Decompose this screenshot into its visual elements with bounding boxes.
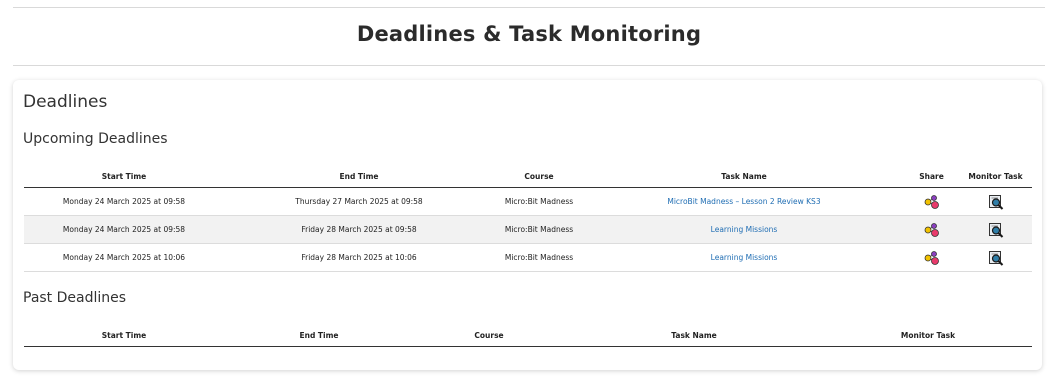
col-course: Course [494, 165, 584, 188]
deadlines-card: Deadlines Upcoming Deadlines Start Time … [13, 80, 1042, 370]
course-cell: Micro:Bit Madness [494, 215, 584, 244]
card-title: Deadlines [23, 92, 108, 112]
course-cell: Micro:Bit Madness [494, 243, 584, 272]
past-deadlines-table: Start Time End Time Course Task Name Mon… [24, 324, 1032, 347]
col-start-time: Start Time [24, 324, 224, 347]
start-time-cell: Monday 24 March 2025 at 09:58 [24, 187, 224, 216]
table-header-row: Start Time End Time Course Task Name Mon… [24, 324, 1032, 347]
share-icon[interactable] [924, 194, 940, 210]
share-icon[interactable] [924, 222, 940, 238]
task-name-link[interactable]: MicroBit Madness – Lesson 2 Review KS3 [667, 197, 820, 206]
past-deadlines-heading: Past Deadlines [23, 290, 127, 306]
col-monitor-task: Monitor Task [824, 324, 1032, 347]
end-time-cell: Thursday 27 March 2025 at 09:58 [224, 187, 494, 216]
task-name-link[interactable]: Learning Missions [711, 225, 778, 234]
col-monitor-task: Monitor Task [959, 165, 1032, 188]
col-end-time: End Time [224, 324, 414, 347]
end-time-cell: Friday 28 March 2025 at 09:58 [224, 215, 494, 244]
start-time-cell: Monday 24 March 2025 at 10:06 [24, 243, 224, 272]
upcoming-deadlines-heading: Upcoming Deadlines [23, 131, 168, 147]
start-time-cell: Monday 24 March 2025 at 09:58 [24, 215, 224, 244]
end-time-cell: Friday 28 March 2025 at 10:06 [224, 243, 494, 272]
page-title: Deadlines & Task Monitoring [356, 22, 702, 46]
title-divider [13, 65, 1045, 66]
monitor-task-icon[interactable] [988, 194, 1004, 210]
col-start-time: Start Time [24, 165, 224, 188]
col-task-name: Task Name [564, 324, 824, 347]
col-task-name: Task Name [584, 165, 904, 188]
task-name-link[interactable]: Learning Missions [711, 253, 778, 262]
col-course: Course [414, 324, 564, 347]
course-cell: Micro:Bit Madness [494, 187, 584, 216]
table-row: Monday 24 March 2025 at 09:58 Friday 28 … [24, 215, 1032, 244]
upcoming-deadlines-table: Start Time End Time Course Task Name Sha… [24, 165, 1032, 272]
table-header-row: Start Time End Time Course Task Name Sha… [24, 165, 1032, 188]
top-divider [13, 7, 1045, 8]
col-share: Share [904, 165, 959, 188]
col-end-time: End Time [224, 165, 494, 188]
table-row: Monday 24 March 2025 at 09:58 Thursday 2… [24, 187, 1032, 216]
monitor-task-icon[interactable] [988, 250, 1004, 266]
table-row: Monday 24 March 2025 at 10:06 Friday 28 … [24, 243, 1032, 272]
share-icon[interactable] [924, 250, 940, 266]
monitor-task-icon[interactable] [988, 222, 1004, 238]
